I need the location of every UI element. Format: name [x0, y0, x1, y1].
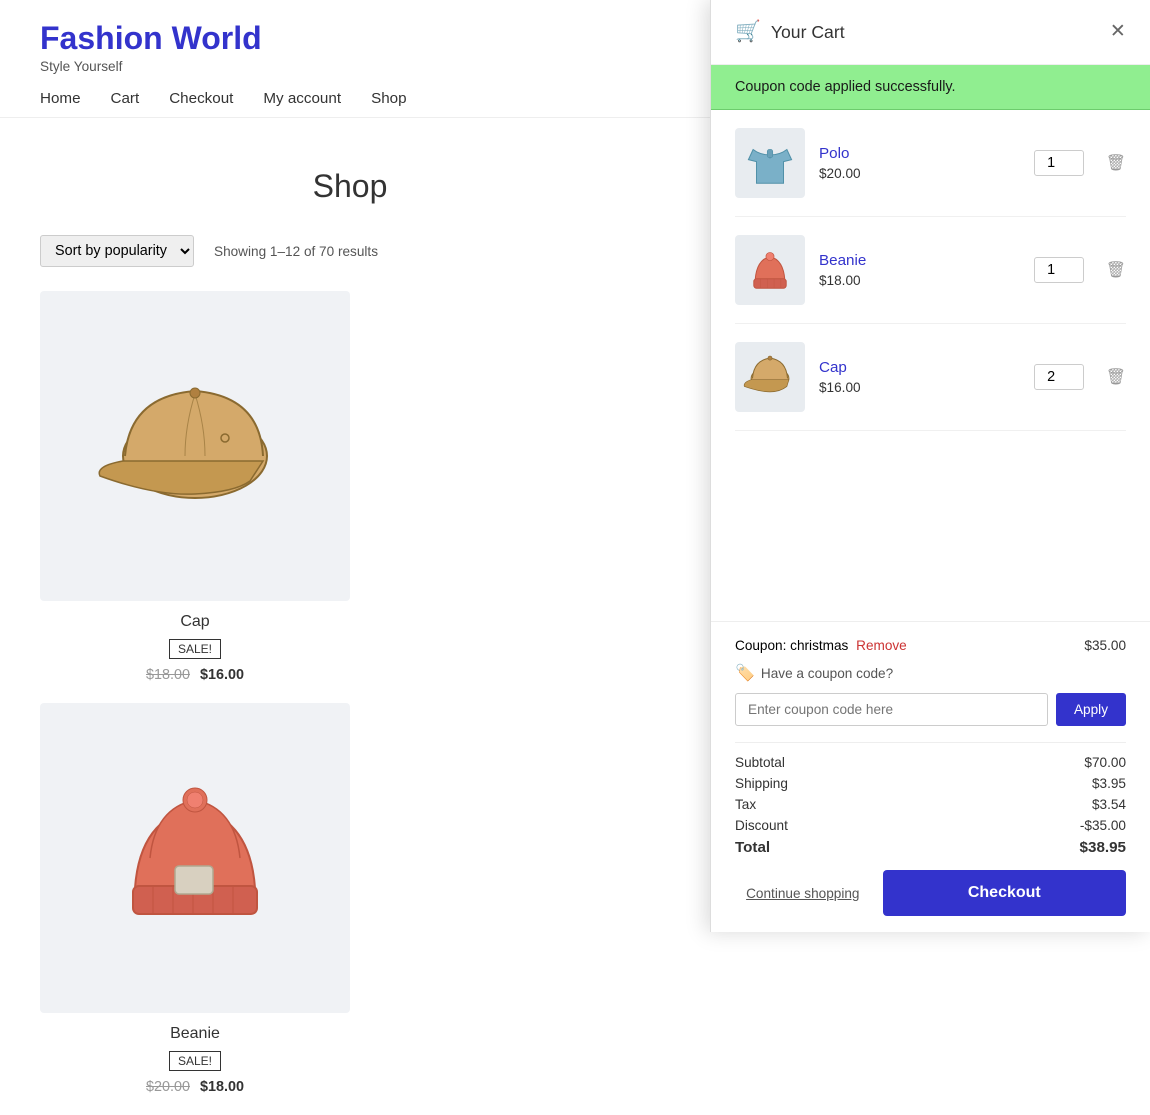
close-icon[interactable]: ✕	[1110, 22, 1126, 41]
cart-item-price-cap: $16.00	[819, 380, 1020, 395]
price-original: $20.00	[146, 1079, 190, 1095]
price-original: $18.00	[146, 667, 190, 683]
cart-item-qty-cap	[1034, 364, 1084, 390]
cart-item-qty-polo	[1034, 150, 1084, 176]
product-card: Cap SALE! $18.00 $16.00	[40, 291, 350, 683]
qty-input-beanie[interactable]	[1034, 257, 1084, 283]
nav-home[interactable]: Home	[40, 90, 81, 107]
nav-checkout[interactable]: Checkout	[169, 90, 233, 107]
shipping-row: Shipping $3.95	[735, 776, 1126, 791]
product-badge: SALE!	[169, 639, 221, 659]
coupon-icon: 🏷️	[735, 663, 755, 683]
cart-item-name-beanie: Beanie	[819, 252, 1020, 269]
total-label: Total	[735, 839, 770, 856]
cart-totals: Subtotal $70.00 Shipping $3.95 Tax $3.54…	[735, 742, 1126, 856]
cart-actions: Continue shopping Checkout	[735, 870, 1126, 916]
shipping-label: Shipping	[735, 776, 788, 791]
coupon-input[interactable]	[735, 693, 1048, 726]
delete-polo-button[interactable]: 🗑	[1106, 153, 1126, 173]
coupon-success-banner: Coupon code applied successfully.	[711, 65, 1150, 110]
page-title: Shop	[40, 168, 660, 205]
product-prices: $20.00 $18.00	[40, 1079, 350, 1095]
have-coupon-label: Have a coupon code?	[761, 666, 893, 681]
cart-item-info-polo: Polo $20.00	[819, 145, 1020, 181]
subtotal-value: $70.00	[1084, 755, 1126, 770]
have-coupon: 🏷️ Have a coupon code?	[735, 663, 1126, 683]
nav-cart[interactable]: Cart	[111, 90, 140, 107]
subtotal-label: Subtotal	[735, 755, 785, 770]
subtotal-row: Subtotal $70.00	[735, 755, 1126, 770]
cart-item-image-cap	[735, 342, 805, 412]
cart-title: Your Cart	[771, 22, 1110, 43]
apply-button[interactable]: Apply	[1056, 693, 1126, 726]
cart-item-name-cap: Cap	[819, 359, 1020, 376]
cart-item: Polo $20.00 🗑	[735, 110, 1126, 217]
discount-value: -$35.00	[1080, 818, 1126, 833]
product-image-beanie[interactable]	[40, 703, 350, 1013]
sort-select[interactable]: Sort by popularity	[40, 235, 194, 267]
cart-item-name-polo: Polo	[819, 145, 1020, 162]
cart-item-price-polo: $20.00	[819, 166, 1020, 181]
delete-beanie-button[interactable]: 🗑	[1106, 260, 1126, 280]
cart-item: Beanie $18.00 🗑	[735, 217, 1126, 324]
total-value: $38.95	[1080, 839, 1126, 856]
coupon-amount: $35.00	[1084, 638, 1126, 653]
cart-item-info-cap: Cap $16.00	[819, 359, 1020, 395]
coupon-input-row: Apply	[735, 693, 1126, 726]
cart-item-price-beanie: $18.00	[819, 273, 1020, 288]
coupon-label: Coupon: christmas Remove	[735, 638, 907, 653]
cart-icon: 🛒	[735, 20, 761, 44]
coupon-row: Coupon: christmas Remove $35.00	[735, 638, 1126, 653]
product-name: Cap	[40, 613, 350, 631]
tax-value: $3.54	[1092, 797, 1126, 812]
delete-cap-button[interactable]: 🗑	[1106, 367, 1126, 387]
shop-toolbar: Sort by popularity Showing 1–12 of 70 re…	[40, 235, 660, 267]
cart-overlay: 🛒 Your Cart ✕ Coupon code applied succes…	[710, 0, 1150, 932]
product-image-cap[interactable]	[40, 291, 350, 601]
cart-item-qty-beanie	[1034, 257, 1084, 283]
product-badge: SALE!	[169, 1051, 221, 1071]
cart-item: Cap $16.00 🗑	[735, 324, 1126, 431]
discount-row: Discount -$35.00	[735, 818, 1126, 833]
results-count: Showing 1–12 of 70 results	[214, 244, 378, 259]
product-grid: Cap SALE! $18.00 $16.00	[40, 291, 660, 1095]
checkout-button[interactable]: Checkout	[883, 870, 1126, 916]
nav-my-account[interactable]: My account	[263, 90, 341, 107]
main-content: Shop Sort by popularity Showing 1–12 of …	[0, 118, 700, 1115]
continue-shopping-button[interactable]: Continue shopping	[735, 886, 871, 901]
price-sale: $16.00	[200, 667, 244, 683]
discount-label: Discount	[735, 818, 788, 833]
product-card: Beanie SALE! $20.00 $18.00	[40, 703, 350, 1095]
qty-input-polo[interactable]	[1034, 150, 1084, 176]
qty-input-cap[interactable]	[1034, 364, 1084, 390]
nav-shop[interactable]: Shop	[371, 90, 406, 107]
cart-footer: Coupon: christmas Remove $35.00 🏷️ Have …	[711, 621, 1150, 932]
cart-item-info-beanie: Beanie $18.00	[819, 252, 1020, 288]
price-sale: $18.00	[200, 1079, 244, 1095]
cart-item-image-beanie	[735, 235, 805, 305]
shipping-value: $3.95	[1092, 776, 1126, 791]
tax-row: Tax $3.54	[735, 797, 1126, 812]
product-prices: $18.00 $16.00	[40, 667, 350, 683]
cart-item-image-polo	[735, 128, 805, 198]
total-row: Total $38.95	[735, 839, 1126, 856]
cart-items: Polo $20.00 🗑 B	[711, 110, 1150, 621]
coupon-remove-button[interactable]: Remove	[856, 638, 907, 653]
product-name: Beanie	[40, 1025, 350, 1043]
tax-label: Tax	[735, 797, 756, 812]
cart-header: 🛒 Your Cart ✕	[711, 0, 1150, 65]
